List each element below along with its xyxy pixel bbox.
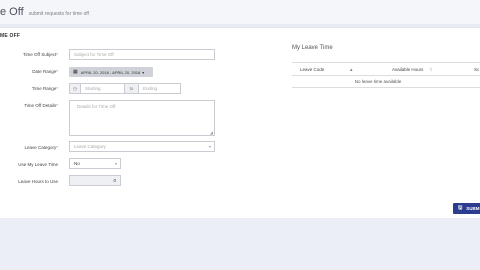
table-divider bbox=[292, 75, 480, 76]
details-textarea[interactable]: Details for Time Off ◢ bbox=[69, 100, 215, 136]
time-end-input[interactable]: Ending bbox=[138, 83, 181, 94]
date-range-picker[interactable]: ▦ APRIL 20, 2018 - APRIL 20, 2018 ▾ bbox=[69, 67, 153, 77]
calendar-icon: ▦ bbox=[73, 69, 78, 75]
section-title: ME OFF bbox=[0, 33, 21, 39]
sort-icon[interactable]: ⇕ bbox=[429, 67, 433, 73]
chevron-down-icon: ▾ bbox=[142, 69, 145, 75]
sort-asc-icon[interactable]: ▲ bbox=[349, 67, 353, 72]
leave-hours-label: Leave Hours to Use bbox=[18, 179, 58, 184]
time-start-input[interactable]: Starting bbox=[80, 83, 125, 94]
time-start-placeholder: Starting bbox=[85, 86, 101, 91]
time-end-placeholder: Ending bbox=[143, 86, 158, 91]
page-footer bbox=[0, 218, 480, 270]
use-leave-value: No bbox=[74, 161, 80, 166]
date-range-label: Date Range* bbox=[32, 69, 58, 74]
submit-label: SUBM bbox=[466, 206, 480, 211]
subject-placeholder: Subject for Time Off bbox=[74, 52, 114, 57]
leave-category-select[interactable]: Leave Category ▾ bbox=[69, 141, 215, 152]
column-leave-code[interactable]: Leave Code bbox=[300, 67, 324, 72]
table-bottom-border bbox=[292, 87, 480, 88]
time-range-separator: to bbox=[124, 83, 139, 94]
save-icon: 🖫 bbox=[458, 204, 463, 211]
chevron-down-icon: ▾ bbox=[208, 144, 211, 149]
page-title: e Off submit requests for time off bbox=[0, 6, 89, 18]
time-range-label: Time Range* bbox=[31, 86, 58, 91]
leave-category-label: Leave Category* bbox=[24, 145, 58, 150]
subject-input[interactable]: Subject for Time Off bbox=[69, 49, 215, 60]
use-leave-label: Use My Leave Time bbox=[18, 162, 58, 167]
use-leave-select[interactable]: No ▾ bbox=[69, 158, 121, 169]
resize-handle-icon: ◢ bbox=[209, 130, 213, 135]
page-title-text: e Off bbox=[0, 6, 24, 18]
leave-time-table: Leave Code ▲ Available Hours ⇕ Sc No lea… bbox=[292, 62, 480, 88]
details-label: Time Off Details* bbox=[24, 103, 58, 108]
subject-label: Time Off Subject* bbox=[22, 52, 58, 57]
table-empty-message: No leave time available bbox=[354, 79, 402, 84]
page-header: e Off submit requests for time off bbox=[0, 0, 480, 24]
leave-hours-value: 0 bbox=[113, 178, 116, 183]
leave-hours-input[interactable]: 0 bbox=[69, 175, 121, 186]
chevron-down-icon: ▾ bbox=[114, 161, 117, 166]
submit-button[interactable]: 🖫 SUBM bbox=[453, 203, 480, 214]
page-subtitle: submit requests for time off bbox=[28, 11, 89, 17]
leave-time-title: My Leave Time bbox=[292, 45, 333, 51]
date-range-value: APRIL 20, 2018 - APRIL 20, 2018 bbox=[80, 69, 141, 75]
column-available-hours[interactable]: Available Hours bbox=[392, 67, 423, 72]
column-sc[interactable]: Sc bbox=[474, 67, 479, 72]
leave-category-placeholder: Leave Category bbox=[74, 144, 106, 149]
details-placeholder: Details for Time Off bbox=[77, 104, 116, 109]
